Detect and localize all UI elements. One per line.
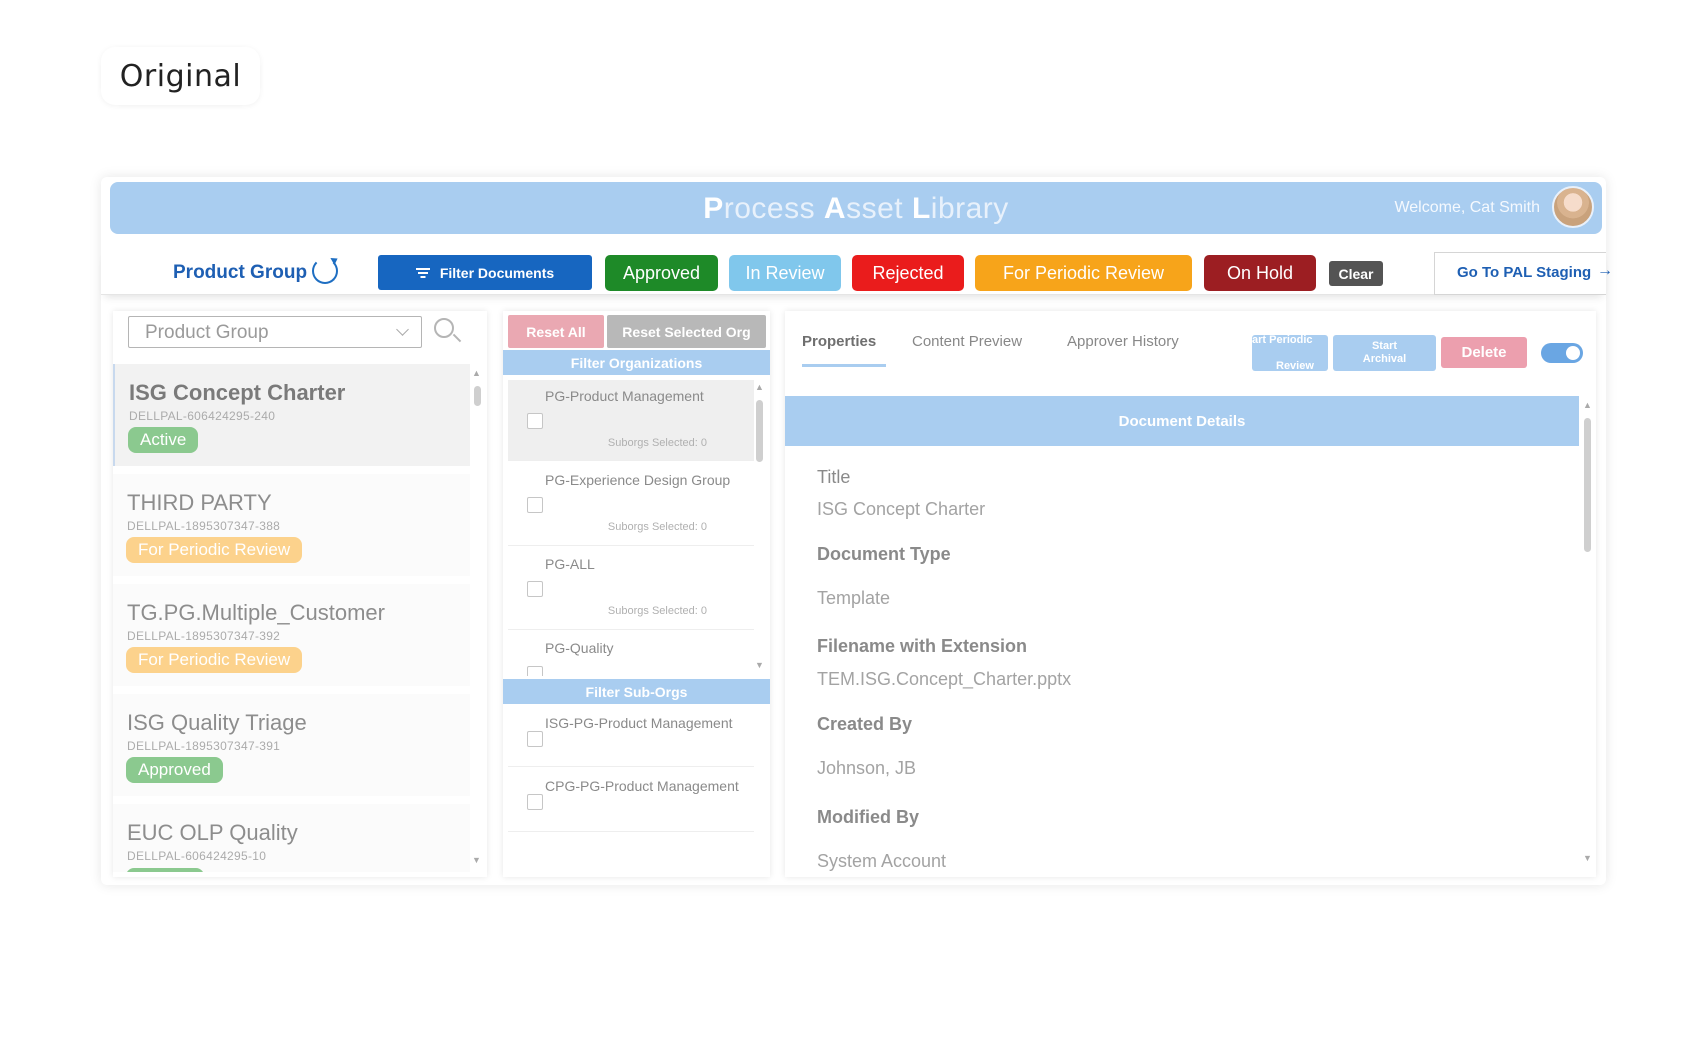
document-list-item[interactable]: TG.PG.Multiple_Customer DELLPAL-18953073… [113, 584, 470, 686]
filter-suborgs-header: Filter Sub-Orgs [503, 679, 770, 704]
start-archival-button[interactable]: Start Archival [1333, 335, 1436, 371]
organization-name: PG-Experience Design Group [545, 472, 731, 488]
toggle-switch[interactable] [1541, 343, 1583, 363]
product-group-select[interactable]: Product Group [128, 316, 422, 348]
document-title: EUC OLP Quality [127, 820, 298, 845]
app-title: Process Asset Library [703, 192, 1009, 225]
in-review-filter-button[interactable]: In Review [729, 255, 841, 291]
document-id: DELLPAL-606424295-240 [129, 409, 276, 423]
arrow-right-icon[interactable]: → [1597, 262, 1613, 280]
active-tab-indicator [802, 364, 886, 367]
on-hold-filter-button[interactable]: On Hold [1204, 255, 1316, 291]
organization-item[interactable]: PG-ALL Suborgs Selected: 0 [508, 548, 754, 630]
scroll-up-icon[interactable]: ▲ [472, 368, 481, 378]
field-label-created-by: Created By [817, 714, 913, 734]
suborg-name: ISG-PG-Product Management [545, 715, 733, 731]
organization-name: PG-ALL [545, 556, 595, 572]
status-badge: Active [128, 427, 199, 453]
scroll-up-icon[interactable]: ▲ [755, 382, 764, 392]
organization-checkbox[interactable] [527, 581, 543, 597]
document-list-item[interactable]: EUC OLP Quality DELLPAL-606424295-10 [113, 804, 470, 872]
suborgs-count: Suborgs Selected: 0 [607, 437, 707, 449]
scroll-down-icon[interactable]: ▼ [472, 855, 481, 865]
product-group-label: Product Group [173, 262, 308, 283]
field-value-title: ISG Concept Charter [817, 499, 986, 519]
document-details-header: Document Details [785, 396, 1579, 446]
filter-organizations-header: Filter Organizations [503, 350, 770, 375]
status-badge: For Periodic Review [126, 537, 303, 563]
field-label-title: Title [817, 467, 851, 487]
field-value-created-by: Johnson, JB [817, 758, 917, 778]
toggle-knob [1566, 346, 1580, 360]
welcome-text: Welcome, Cat Smith [1394, 199, 1540, 216]
suborg-item[interactable]: CPG-PG-Product Management [508, 770, 754, 832]
go-to-staging-link[interactable]: Go To PAL Staging [1457, 264, 1591, 281]
scroll-down-icon[interactable]: ▼ [755, 660, 764, 670]
document-list-item[interactable]: ISG Concept Charter DELLPAL-606424295-24… [113, 364, 470, 466]
start-periodic-review-button[interactable]: art Periodic Review [1252, 335, 1328, 371]
app-header: Process Asset Library Welcome, Cat Smith [110, 182, 1602, 234]
tab-approver-history[interactable]: Approver History [1067, 333, 1179, 350]
scroll-down-icon[interactable]: ▼ [1583, 853, 1592, 863]
document-title: TG.PG.Multiple_Customer [127, 600, 385, 625]
delete-button[interactable]: Delete [1441, 337, 1527, 368]
document-title: ISG Concept Charter [129, 380, 346, 405]
document-title: THIRD PARTY [127, 490, 272, 515]
suborg-name: CPG-PG-Product Management [545, 778, 739, 794]
organization-checkbox[interactable] [527, 666, 543, 676]
scrollbar-thumb[interactable] [474, 386, 481, 406]
tab-properties[interactable]: Properties [802, 333, 876, 350]
field-label-document-type: Document Type [817, 544, 951, 564]
organization-item[interactable]: PG-Quality [508, 632, 754, 676]
organization-item[interactable]: PG-Product Management Suborgs Selected: … [508, 380, 754, 461]
tab-content-preview[interactable]: Content Preview [912, 333, 1022, 350]
reset-all-button[interactable]: Reset All [508, 315, 604, 348]
suborg-checkbox[interactable] [527, 794, 543, 810]
field-value-filename: TEM.ISG.Concept_Charter.pptx [817, 669, 1072, 689]
reset-selected-org-button[interactable]: Reset Selected Org [607, 315, 766, 348]
status-badge [126, 868, 204, 872]
suborgs-count: Suborgs Selected: 0 [607, 521, 707, 533]
document-title: ISG Quality Triage [127, 710, 307, 735]
document-id: DELLPAL-606424295-10 [127, 849, 267, 863]
search-icon[interactable] [434, 318, 454, 338]
organization-checkbox[interactable] [527, 413, 543, 429]
periodic-review-filter-button[interactable]: For Periodic Review [975, 255, 1192, 291]
chevron-down-icon [396, 323, 409, 336]
user-avatar[interactable] [1552, 186, 1594, 228]
organization-checkbox[interactable] [527, 497, 543, 513]
suborg-checkbox[interactable] [527, 731, 543, 747]
field-value-document-type: Template [817, 588, 891, 608]
organization-name: PG-Product Management [545, 388, 704, 404]
suborg-item[interactable]: ISG-PG-Product Management [508, 707, 754, 767]
scroll-up-icon[interactable]: ▲ [1583, 400, 1592, 410]
filter-documents-button[interactable]: Filter Documents [378, 255, 592, 290]
document-id: DELLPAL-1895307347-392 [127, 629, 281, 643]
status-badge: Approved [126, 757, 223, 783]
rejected-filter-button[interactable]: Rejected [852, 255, 964, 291]
field-label-filename: Filename with Extension [817, 636, 1028, 656]
scrollbar-thumb[interactable] [756, 400, 763, 462]
document-list-item[interactable]: THIRD PARTY DELLPAL-1895307347-388 For P… [113, 474, 470, 576]
document-id: DELLPAL-1895307347-391 [127, 739, 281, 753]
clear-button[interactable]: Clear [1329, 261, 1383, 286]
field-value-modified-by: System Account [817, 851, 947, 871]
organization-item[interactable]: PG-Experience Design Group Suborgs Selec… [508, 464, 754, 546]
suborgs-count: Suborgs Selected: 0 [607, 605, 707, 617]
approved-filter-button[interactable]: Approved [605, 255, 718, 291]
refresh-icon[interactable] [312, 258, 338, 284]
document-list-item[interactable]: ISG Quality Triage DELLPAL-1895307347-39… [113, 694, 470, 796]
field-label-modified-by: Modified By [817, 807, 919, 827]
document-id: DELLPAL-1895307347-388 [127, 519, 281, 533]
filter-icon [416, 268, 430, 278]
organization-name: PG-Quality [545, 640, 614, 656]
status-badge: For Periodic Review [126, 647, 303, 673]
original-label: Original [101, 47, 260, 105]
scrollbar-thumb[interactable] [1584, 418, 1591, 552]
